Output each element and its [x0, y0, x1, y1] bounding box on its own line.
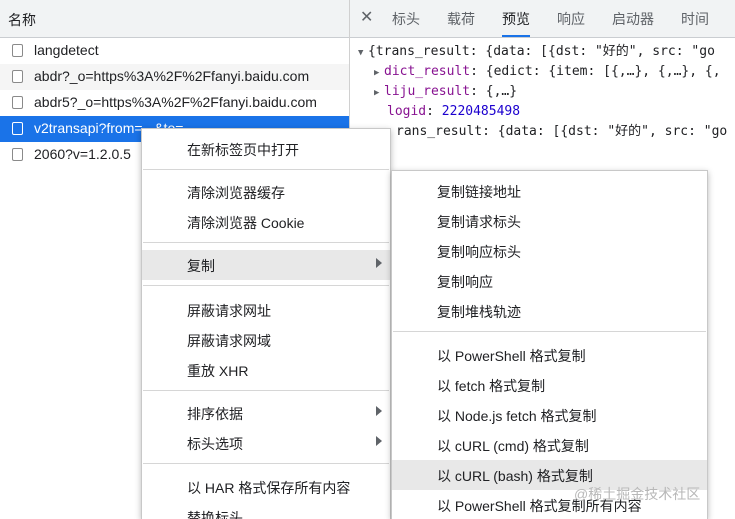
- menu-item-copy-response[interactable]: 复制响应: [392, 266, 707, 296]
- request-name: abdr5?_o=https%3A%2F%2Ffanyi.baidu.com: [34, 94, 317, 110]
- menu-item-copy-link[interactable]: 复制链接地址: [392, 176, 707, 206]
- close-icon[interactable]: ✕: [360, 9, 374, 27]
- menu-item-copy-as-nodejs-fetch[interactable]: 以 Node.js fetch 格式复制: [392, 400, 707, 430]
- menu-item-override-headers[interactable]: 替换标头: [142, 502, 390, 519]
- name-column-label: 名称: [8, 12, 36, 28]
- menu-item-replay-xhr[interactable]: 重放 XHR: [142, 355, 390, 385]
- menu-item-header-options[interactable]: 标头选项: [142, 428, 390, 458]
- preview-line-trans-result[interactable]: rans_result: {data: [{dst: "好的", src: "g…: [396, 122, 727, 142]
- request-row[interactable]: abdr?_o=https%3A%2F%2Ffanyi.baidu.com: [0, 64, 349, 90]
- menu-item-open-new-tab[interactable]: 在新标签页中打开: [142, 134, 390, 164]
- request-name: 2060?v=1.2.0.5: [34, 146, 131, 162]
- detail-tabbar: ✕ 标头 载荷 预览 响应 启动器 时间: [350, 0, 735, 38]
- tab-timing[interactable]: 时间: [681, 0, 709, 37]
- menu-item-copy[interactable]: 复制: [142, 250, 390, 280]
- context-menu: 在新标签页中打开 清除浏览器缓存 清除浏览器 Cookie 复制 屏蔽请求网址 …: [141, 128, 391, 519]
- name-column-header[interactable]: 名称: [0, 0, 349, 38]
- menu-item-copy-as-fetch[interactable]: 以 fetch 格式复制: [392, 370, 707, 400]
- menu-item-block-url[interactable]: 屏蔽请求网址: [142, 295, 390, 325]
- watermark: @稀土掘金技术社区: [574, 486, 701, 502]
- submenu-arrow-icon: [376, 258, 382, 268]
- menu-divider: [143, 169, 389, 170]
- preview-line-logid: logid: 2220485498: [387, 104, 521, 119]
- menu-divider: [143, 390, 389, 391]
- request-name: abdr?_o=https%3A%2F%2Ffanyi.baidu.com: [34, 68, 310, 84]
- tab-headers[interactable]: 标头: [392, 0, 420, 37]
- menu-item-copy-request-headers[interactable]: 复制请求标头: [392, 206, 707, 236]
- menu-divider: [143, 242, 389, 243]
- preview-line-root[interactable]: ▼ {trans_result: {data: [{dst: "好的", src:…: [358, 42, 715, 62]
- menu-item-save-har[interactable]: 以 HAR 格式保存所有内容: [142, 472, 390, 502]
- request-row[interactable]: langdetect: [0, 38, 349, 64]
- menu-item-copy-stack-trace[interactable]: 复制堆栈轨迹: [392, 296, 707, 326]
- tab-initiator[interactable]: 启动器: [612, 0, 654, 37]
- request-row[interactable]: abdr5?_o=https%3A%2F%2Ffanyi.baidu.com: [0, 90, 349, 116]
- menu-item-copy-as-curl-cmd[interactable]: 以 cURL (cmd) 格式复制: [392, 430, 707, 460]
- expanded-triangle-icon[interactable]: ▼: [358, 43, 368, 63]
- preview-line-dict-result[interactable]: ▶ dict_result: {edict: {item: [{,…}, {,…}…: [374, 62, 721, 82]
- menu-item-block-domain[interactable]: 屏蔽请求网域: [142, 325, 390, 355]
- menu-item-clear-cookies[interactable]: 清除浏览器 Cookie: [142, 207, 390, 237]
- tab-response[interactable]: 响应: [557, 0, 585, 37]
- collapsed-triangle-icon[interactable]: ▶: [374, 63, 384, 83]
- menu-divider: [393, 331, 706, 332]
- request-name: langdetect: [34, 42, 99, 58]
- menu-divider: [143, 463, 389, 464]
- tab-preview[interactable]: 预览: [502, 0, 530, 37]
- submenu-arrow-icon: [376, 436, 382, 446]
- menu-divider: [143, 285, 389, 286]
- menu-item-clear-cache[interactable]: 清除浏览器缓存: [142, 177, 390, 207]
- devtools-network-panel: 名称 langdetect abdr?_o=https%3A%2F%2Ffany…: [0, 0, 735, 519]
- preview-line-liju-result[interactable]: ▶ liju_result: {,…}: [374, 82, 517, 102]
- copy-submenu: 复制链接地址 复制请求标头 复制响应标头 复制响应 复制堆栈轨迹 以 Power…: [391, 170, 708, 519]
- collapsed-triangle-icon[interactable]: ▶: [374, 83, 384, 103]
- menu-item-copy-as-powershell[interactable]: 以 PowerShell 格式复制: [392, 340, 707, 370]
- row-checkbox[interactable]: [12, 44, 23, 57]
- row-checkbox[interactable]: [12, 70, 23, 83]
- tab-payload[interactable]: 载荷: [447, 0, 475, 37]
- menu-item-sort-by[interactable]: 排序依据: [142, 398, 390, 428]
- row-checkbox[interactable]: [12, 96, 23, 109]
- row-checkbox[interactable]: [12, 148, 23, 161]
- menu-item-copy-response-headers[interactable]: 复制响应标头: [392, 236, 707, 266]
- row-checkbox[interactable]: [12, 122, 23, 135]
- submenu-arrow-icon: [376, 406, 382, 416]
